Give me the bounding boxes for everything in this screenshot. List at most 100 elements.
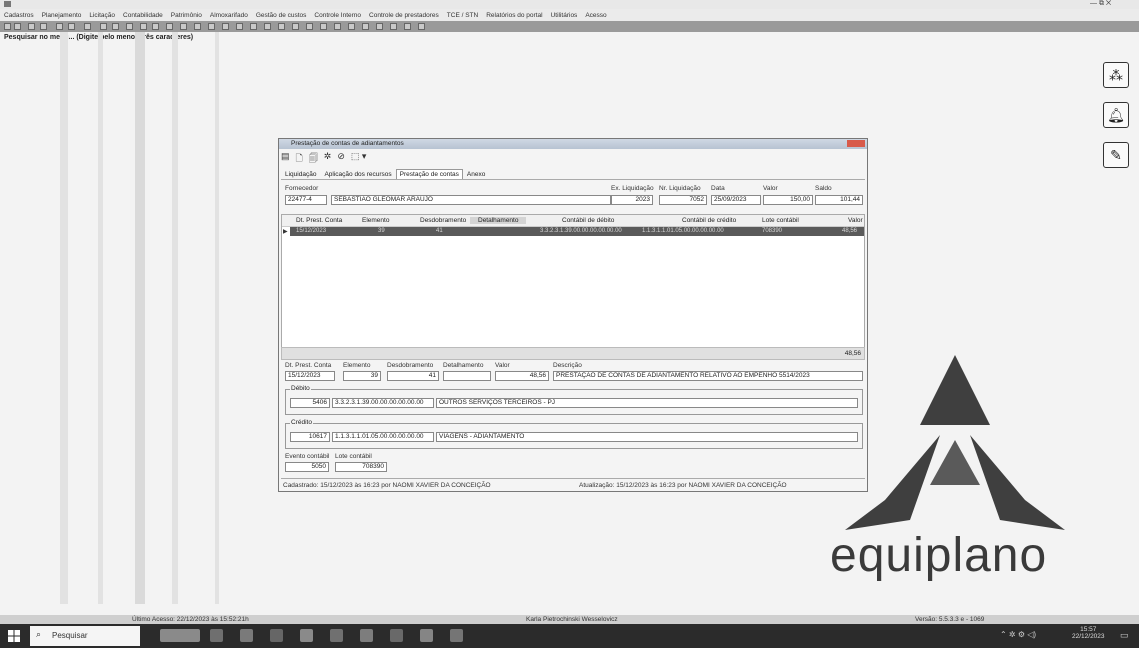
form-detalhamento-select[interactable] [443, 371, 491, 381]
tool-icon[interactable] [56, 23, 63, 30]
taskbar-app-icon[interactable] [300, 629, 313, 642]
debito-code-field[interactable]: 5406 [290, 398, 330, 408]
taskbar-app-icon[interactable] [330, 629, 343, 642]
print-dropdown-icon[interactable]: ⬚ ▾ [351, 151, 367, 163]
clock[interactable]: 15:57 22/12/2023 [1072, 626, 1105, 640]
form-dt-field[interactable]: 15/12/2023 [285, 371, 335, 381]
nr-liquidacao-field[interactable]: 7052 [659, 195, 707, 205]
tool-icon[interactable] [306, 23, 313, 30]
grid-icon[interactable]: ▤ [281, 151, 290, 163]
menu-controle-prestadores[interactable]: Controle de prestadores [369, 12, 439, 19]
tool-icon[interactable] [334, 23, 341, 30]
evento-contabil-select[interactable]: 5050 [285, 462, 329, 472]
menu-gestao-custos[interactable]: Gestão de custos [256, 12, 307, 19]
tool-icon[interactable] [68, 23, 75, 30]
tool-icon[interactable] [404, 23, 411, 30]
tool-icon[interactable] [418, 23, 425, 30]
debito-account-field[interactable]: 3.3.2.3.1.39.00.00.00.00.00.00 [332, 398, 434, 408]
network-icon[interactable]: ⁂ [1103, 62, 1129, 88]
taskbar-app-icon[interactable] [270, 629, 283, 642]
copy-icon[interactable]: 🗐 [309, 151, 318, 163]
tool-icon[interactable] [250, 23, 257, 30]
taskbar-app-icon[interactable] [420, 629, 433, 642]
tool-icon[interactable] [362, 23, 369, 30]
windows-start-icon[interactable] [6, 628, 22, 644]
taskbar-app-icon[interactable] [450, 629, 463, 642]
tool-icon[interactable] [112, 23, 119, 30]
tool-icon[interactable] [4, 23, 11, 30]
tool-icon[interactable] [180, 23, 187, 30]
menu-acesso[interactable]: Acesso [585, 12, 606, 19]
tool-icon[interactable] [126, 23, 133, 30]
tool-icon[interactable] [390, 23, 397, 30]
tool-icon[interactable] [152, 23, 159, 30]
menu-licitacao[interactable]: Licitação [89, 12, 115, 19]
tray-icons[interactable]: ⌃ ✲ ⚙ ◁) [1000, 630, 1036, 639]
settings-icon[interactable]: ✲ [324, 151, 332, 163]
tool-icon[interactable] [40, 23, 47, 30]
fornecedor-name-field[interactable]: SEBASTIAO GLEOMAR ARAUJO [331, 195, 611, 205]
tool-icon[interactable] [14, 23, 21, 30]
form-elemento-select[interactable]: 39 [343, 371, 381, 381]
col-lote-contabil[interactable]: Lote contábil [762, 217, 799, 224]
cancel-icon[interactable]: ⊘ [337, 151, 345, 163]
tool-icon[interactable] [100, 23, 107, 30]
taskbar-search-box[interactable]: ⌕ Pesquisar [30, 626, 140, 646]
col-elemento[interactable]: Elemento [362, 217, 389, 224]
menu-controle-interno[interactable]: Controle Interno [314, 12, 361, 19]
new-icon[interactable]: 🗋 [296, 151, 303, 163]
tool-icon[interactable] [166, 23, 173, 30]
taskbar-app-icon[interactable] [360, 629, 373, 642]
saldo-field[interactable]: 101,44 [815, 195, 863, 205]
tool-icon[interactable] [264, 23, 271, 30]
taskbar-app-icon[interactable] [240, 629, 253, 642]
tool-icon[interactable] [194, 23, 201, 30]
notification-icon[interactable]: ▭ [1120, 630, 1129, 641]
col-detalhamento[interactable]: Detalhamento [470, 217, 527, 224]
tool-icon[interactable] [320, 23, 327, 30]
lote-contabil-field[interactable]: 708390 [335, 462, 387, 472]
tool-icon[interactable] [208, 23, 215, 30]
credito-code-field[interactable]: 10617 [290, 432, 330, 442]
taskbar-app-icon[interactable] [390, 629, 403, 642]
edit-icon[interactable]: ✎ [1103, 142, 1129, 168]
tool-icon[interactable] [236, 23, 243, 30]
form-descricao-field[interactable]: PRESTAÇÃO DE CONTAS DE ADIANTAMENTO RELA… [553, 371, 863, 381]
bell-icon[interactable]: 🔔︎ [1103, 102, 1129, 128]
tool-icon[interactable] [28, 23, 35, 30]
close-button[interactable] [847, 140, 865, 147]
menu-almoxarifado[interactable]: Almoxarifado [210, 12, 248, 19]
menu-patrimonio[interactable]: Patrimônio [171, 12, 202, 19]
tool-icon[interactable] [222, 23, 229, 30]
tool-icon[interactable] [140, 23, 147, 30]
tool-icon[interactable] [376, 23, 383, 30]
col-contabil-credito[interactable]: Contábil de crédito [682, 217, 736, 224]
menu-planejamento[interactable]: Planejamento [42, 12, 82, 19]
credito-account-field[interactable]: 1.1.3.1.1.01.05.00.00.00.00.00 [332, 432, 434, 442]
menu-cadastros[interactable]: Cadastros [4, 12, 34, 19]
fornecedor-code-field[interactable]: 22477-4 [285, 195, 327, 205]
menu-contabilidade[interactable]: Contabilidade [123, 12, 163, 19]
col-contabil-debito[interactable]: Contábil de débito [562, 217, 614, 224]
form-valor-field[interactable]: 48,56 [495, 371, 549, 381]
menu-tce-stn[interactable]: TCE / STN [447, 12, 478, 19]
col-desdobramento[interactable]: Desdobramento [420, 217, 466, 224]
ex-liquidacao-field[interactable]: 2023 [611, 195, 653, 205]
col-valor[interactable]: Valor [848, 217, 863, 224]
valor-field[interactable]: 150,00 [763, 195, 813, 205]
window-controls[interactable]: — ⧉ ✕ [1090, 0, 1111, 8]
table-row[interactable]: 15/12/2023 39 41 3.3.2.3.1.39.00.00.00.0… [290, 227, 864, 236]
debito-desc-field[interactable]: OUTROS SERVIÇOS TERCEIROS - PJ [436, 398, 858, 408]
data-field[interactable]: 25/09/2023 [711, 195, 761, 205]
tool-icon[interactable] [84, 23, 91, 30]
tool-icon[interactable] [292, 23, 299, 30]
tool-icon[interactable] [278, 23, 285, 30]
menu-utilitarios[interactable]: Utilitários [551, 12, 578, 19]
credito-desc-field[interactable]: VIAGENS - ADIANTAMENTO [436, 432, 858, 442]
taskbar-app-icon[interactable] [210, 629, 223, 642]
col-dt-prest-conta[interactable]: Dt. Prest. Conta [296, 217, 342, 224]
form-desdobramento-select[interactable]: 41 [387, 371, 439, 381]
taskbar-app-icon[interactable] [160, 629, 200, 642]
tool-icon[interactable] [348, 23, 355, 30]
menu-relatorios-portal[interactable]: Relatórios do portal [486, 12, 542, 19]
